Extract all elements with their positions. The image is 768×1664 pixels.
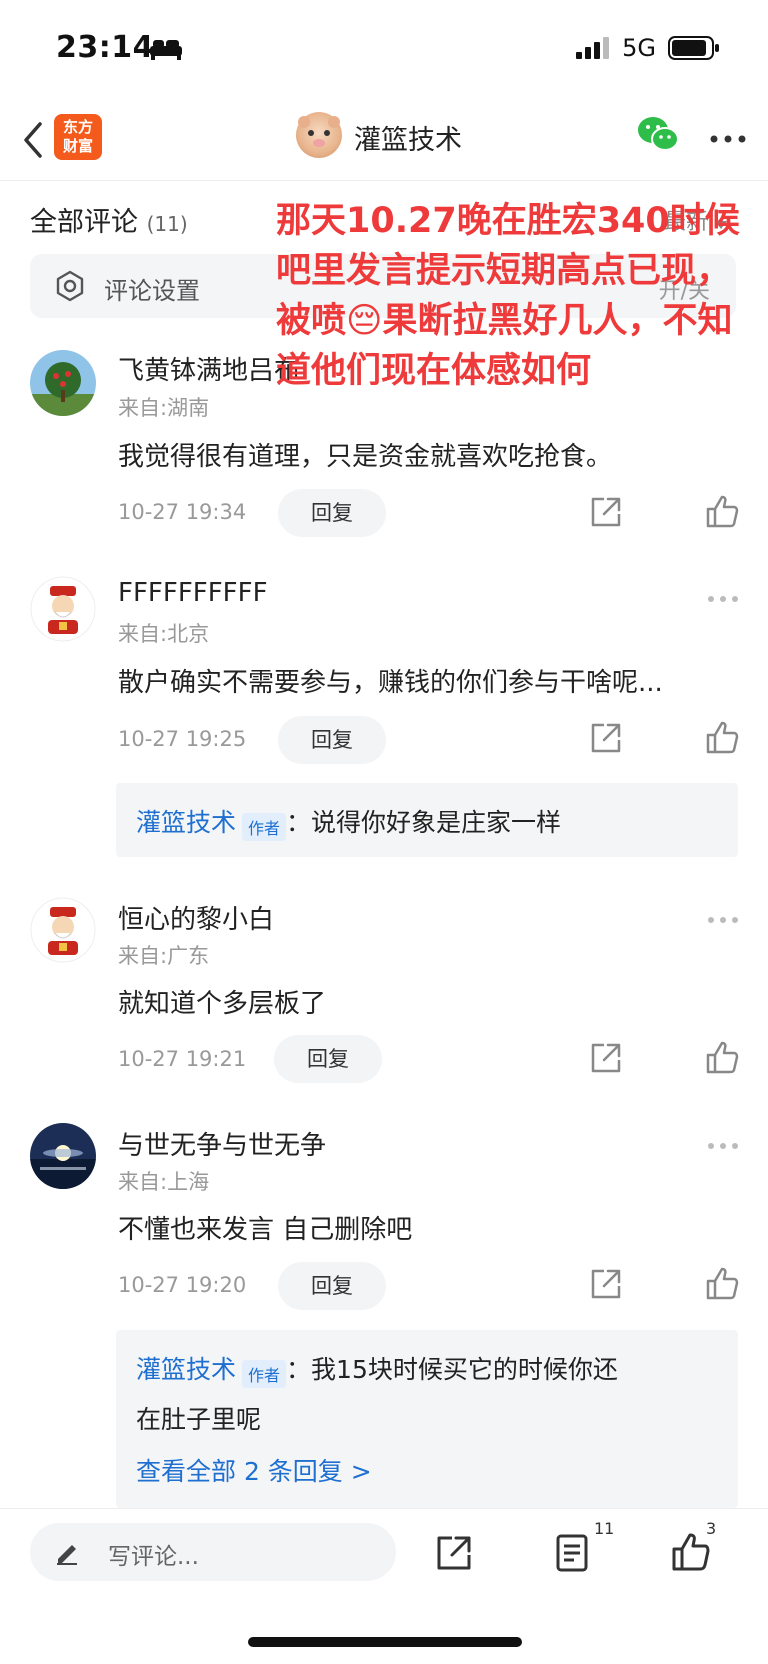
- comment-time: 10-27 19:21: [118, 1047, 247, 1071]
- gear-icon: [54, 270, 86, 302]
- comment-username[interactable]: FFFFFFFFFF: [118, 578, 268, 608]
- like-icon[interactable]: [704, 720, 740, 756]
- comment-username[interactable]: 与世无争与世无争: [118, 1125, 326, 1162]
- user-avatar[interactable]: [30, 1123, 96, 1189]
- comment-time: 10-27 19:34: [118, 500, 247, 524]
- author-tag: 作者: [242, 812, 287, 841]
- user-avatar[interactable]: [30, 897, 96, 963]
- view-all-replies-link[interactable]: 查看全部 2 条回复 >: [136, 1452, 372, 1488]
- comment-location: 来自:湖南: [118, 396, 210, 420]
- comment-location: 来自:北京: [118, 622, 210, 646]
- back-button[interactable]: [16, 118, 56, 162]
- share-icon[interactable]: [588, 1040, 624, 1076]
- author-avatar[interactable]: [296, 112, 342, 158]
- share-icon[interactable]: [588, 720, 624, 756]
- author-tag: 作者: [242, 1359, 287, 1388]
- pencil-icon: [54, 1539, 80, 1565]
- share-icon[interactable]: [588, 494, 624, 530]
- network-label: 5G: [622, 34, 656, 62]
- sleep-mode-icon: [150, 40, 182, 60]
- reply-separator: ：: [286, 808, 312, 837]
- reply-text-cont: 在肚子里呢: [136, 1405, 262, 1434]
- comment-username[interactable]: 飞黄钵满地吕布: [118, 350, 300, 387]
- wechat-share-icon[interactable]: [636, 114, 680, 154]
- write-comment-placeholder: 写评论...: [108, 1544, 199, 1570]
- like-icon[interactable]: [704, 1040, 740, 1076]
- reply-author[interactable]: 灌篮技术: [136, 1355, 236, 1384]
- comment-text: 散户确实不需要参与，赚钱的你们参与干啥呢...: [118, 668, 663, 698]
- top-nav-bar: 东方 财富 灌篮技术: [0, 100, 768, 181]
- comment-more-icon[interactable]: [706, 1136, 740, 1149]
- comment-count-badge: 11: [594, 1519, 615, 1538]
- reply-button[interactable]: 回复: [278, 716, 386, 764]
- share-icon[interactable]: [434, 1533, 474, 1573]
- comment-more-icon[interactable]: [706, 910, 740, 923]
- reply-button[interactable]: 回复: [278, 1262, 386, 1310]
- settings-label: 评论设置: [104, 277, 200, 305]
- page-title: 灌篮技术: [354, 125, 462, 156]
- bottom-action-bar: 写评论... 11 3: [0, 1508, 768, 1664]
- like-icon[interactable]: [704, 494, 740, 530]
- comments-title-label: 全部评论: [30, 207, 138, 238]
- chevron-left-icon: [24, 122, 42, 158]
- reply-author[interactable]: 灌篮技术: [136, 808, 236, 837]
- reply-line: 灌篮技术 作者 ：我15块时候买它的时候你还: [136, 1350, 618, 1388]
- status-right: 5G: [576, 34, 720, 62]
- like-count-badge: 3: [706, 1519, 717, 1538]
- reply-line: 灌篮技术 作者 ：说得你好象是庄家一样: [136, 803, 561, 841]
- logo-text-1: 东方: [62, 118, 93, 136]
- comment-time: 10-27 19:20: [118, 1273, 247, 1297]
- like-icon[interactable]: [704, 1266, 740, 1302]
- comment-text: 不懂也来发言 自己删除吧: [118, 1215, 413, 1245]
- logo-text-2: 财富: [62, 137, 93, 155]
- reply-text: 我15块时候买它的时候你还: [311, 1355, 618, 1384]
- battery-icon: [668, 36, 719, 60]
- more-options-icon[interactable]: [708, 130, 748, 143]
- reply-text: 说得你好象是庄家一样: [311, 808, 562, 837]
- reply-button[interactable]: 回复: [274, 1035, 382, 1083]
- comment-more-icon[interactable]: [706, 589, 740, 602]
- reply-separator: ：: [286, 1355, 312, 1384]
- comment-time: 10-27 19:25: [118, 727, 247, 751]
- overlay-annotation: 那天10.27晚在胜宏340时候吧里发言提示短期高点已现，被喷😔果断拉黑好几人，…: [276, 201, 740, 391]
- home-indicator: [248, 1637, 522, 1647]
- app-logo[interactable]: 东方 财富: [54, 114, 102, 160]
- user-avatar[interactable]: [30, 350, 96, 416]
- comment-username[interactable]: 恒心的黎小白: [118, 899, 274, 936]
- share-icon[interactable]: [588, 1266, 624, 1302]
- author-reply-box[interactable]: 灌篮技术 作者 ：我15块时候买它的时候你还 在肚子里呢 查看全部 2 条回复 >: [116, 1330, 738, 1508]
- comments-count: (11): [146, 212, 188, 236]
- signal-icon: [576, 37, 610, 59]
- status-time: 23:14: [56, 30, 154, 65]
- user-avatar[interactable]: [30, 576, 96, 642]
- comment-text: 就知道个多层板了: [118, 989, 327, 1019]
- author-reply-box[interactable]: 灌篮技术 作者 ：说得你好象是庄家一样: [116, 783, 738, 857]
- comments-title: 全部评论 (11): [30, 200, 188, 239]
- comment-list-icon[interactable]: [552, 1533, 592, 1573]
- comment-text: 我觉得很有道理，只是资金就喜欢吃抢食。: [118, 442, 613, 472]
- comment-location: 来自:广东: [118, 944, 210, 968]
- write-comment-input[interactable]: 写评论...: [30, 1523, 396, 1581]
- comment-location: 来自:上海: [118, 1170, 210, 1194]
- reply-button[interactable]: 回复: [278, 489, 386, 537]
